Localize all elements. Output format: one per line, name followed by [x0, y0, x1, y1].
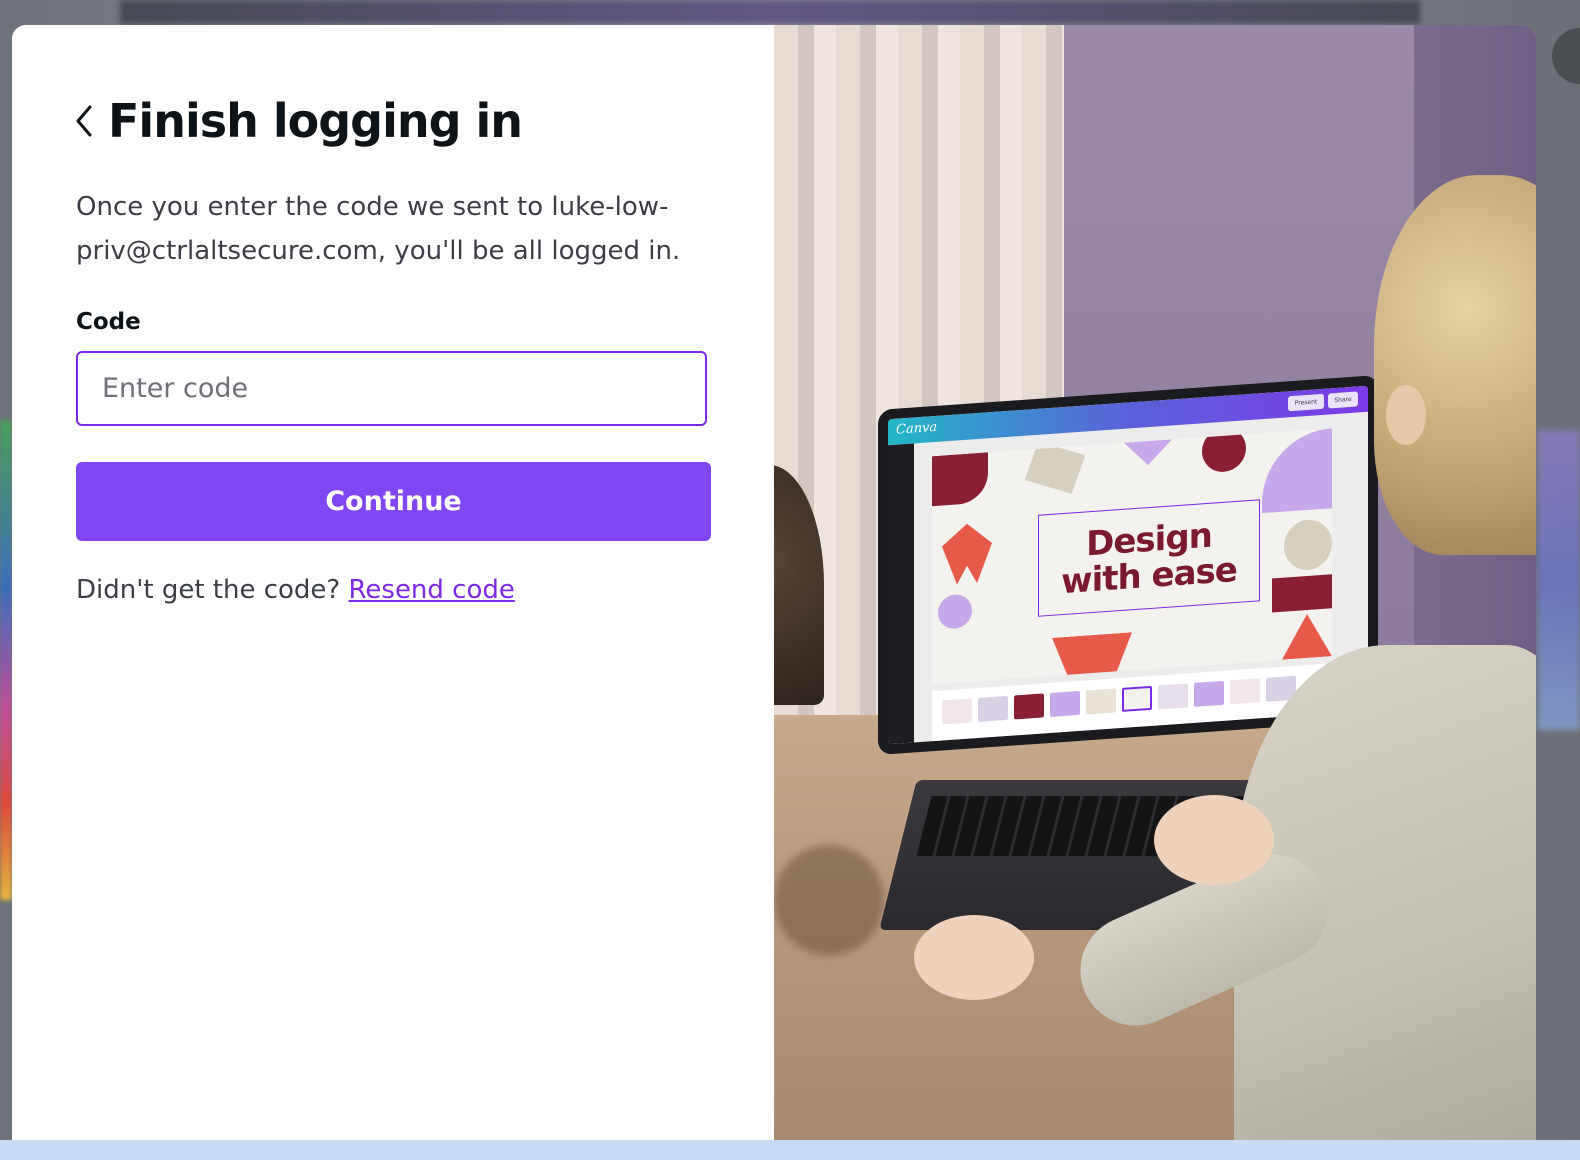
- page-thumbnail: [1014, 693, 1044, 720]
- page-thumbnail: [978, 695, 1008, 723]
- shape-beige-circle: [1284, 518, 1332, 572]
- hero-person-hand-right: [1154, 795, 1274, 885]
- login-form-panel: Finish logging in Once you enter the cod…: [12, 25, 774, 1140]
- shape-lilac-quarter: [1262, 428, 1332, 514]
- login-modal: Finish logging in Once you enter the cod…: [12, 25, 1536, 1140]
- dialog-description: Once you enter the code we sent to luke-…: [76, 192, 681, 266]
- background-right-blur: [1538, 430, 1580, 730]
- shape-maroon-quarter: [932, 452, 988, 507]
- page-thumbnail: [1086, 688, 1116, 715]
- shape-red-trapezoid: [1052, 632, 1132, 678]
- page-thumbnail: [1158, 683, 1188, 710]
- shape-red-star: [942, 522, 992, 585]
- page-thumbnail: [1050, 690, 1080, 717]
- shape-maroon-rect: [1272, 574, 1332, 613]
- dialog-title: Finish logging in: [108, 94, 523, 148]
- hero-person-hand-left: [914, 915, 1034, 1000]
- resend-row: Didn't get the code? Resend code: [76, 575, 515, 605]
- code-label: Code: [76, 309, 141, 335]
- app-logo: Canva: [896, 419, 938, 438]
- hero-cup-shadow: [774, 845, 884, 955]
- resend-code-link[interactable]: Resend code: [349, 575, 515, 605]
- page-thumbnail: [1230, 678, 1260, 705]
- resend-prompt: Didn't get the code?: [76, 575, 341, 605]
- shape-lilac-dot: [938, 593, 972, 630]
- app-present-button: Present: [1288, 393, 1324, 412]
- background-left-blur: [0, 420, 12, 900]
- shape-red-triangle: [1282, 612, 1332, 659]
- shape-maroon-circle: [1202, 428, 1246, 474]
- canvas-headline-box: Design with ease: [1038, 499, 1260, 617]
- app-canvas-page: Design with ease: [932, 428, 1332, 685]
- shape-beige-square: [1024, 441, 1086, 494]
- background-bottom-strip: [0, 1140, 1580, 1160]
- page-thumbnail: [1194, 680, 1224, 707]
- app-share-button: Share: [1328, 391, 1358, 409]
- shape-lilac-star: [1118, 433, 1178, 467]
- background-header-blur: [120, 0, 1420, 24]
- back-button[interactable]: [70, 103, 98, 139]
- hero-image-panel: Canva Present Share Design with ease: [774, 25, 1536, 1140]
- app-sidebar: [888, 443, 914, 745]
- page-thumbnail: [1122, 685, 1152, 712]
- code-input[interactable]: [76, 351, 707, 426]
- hero-person-ear: [1386, 385, 1426, 445]
- chevron-left-icon: [76, 105, 92, 137]
- page-thumbnail: [942, 698, 972, 725]
- continue-button[interactable]: Continue: [76, 462, 711, 541]
